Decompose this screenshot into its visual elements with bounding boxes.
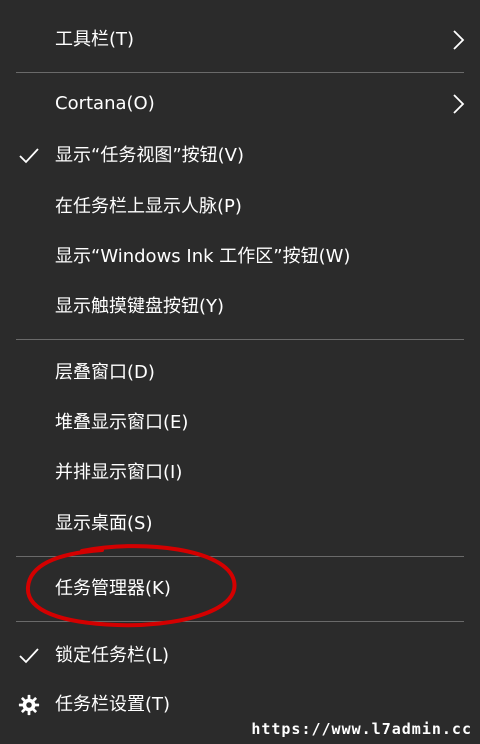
- menu-item-show-touch-keyboard-button[interactable]: 显示触摸键盘按钮(Y): [0, 282, 480, 332]
- menu-item-show-people[interactable]: 在任务栏上显示人脉(P): [0, 182, 480, 232]
- menu-item-label: 层叠窗口(D): [55, 362, 155, 383]
- menu-item-label: 显示“任务视图”按钮(V): [55, 145, 245, 166]
- gear-icon: [18, 694, 40, 716]
- checkmark-icon: [18, 645, 40, 667]
- menu-item-toolbars[interactable]: 工具栏(T): [0, 15, 480, 65]
- menu-item-label: 锁定任务栏(L): [55, 645, 170, 666]
- menu-item-show-windows-ink-button[interactable]: 显示“Windows Ink 工作区”按钮(W): [0, 232, 480, 282]
- menu-item-label: 显示触摸键盘按钮(Y): [55, 296, 225, 317]
- menu-item-show-task-view-button[interactable]: 显示“任务视图”按钮(V): [0, 131, 480, 181]
- menu-separator: [16, 72, 464, 73]
- menu-item-label: 在任务栏上显示人脉(P): [55, 196, 242, 217]
- menu-item-stack-windows[interactable]: 堆叠显示窗口(E): [0, 398, 480, 448]
- menu-item-label: 显示桌面(S): [55, 513, 153, 534]
- menu-separator: [16, 556, 464, 557]
- chevron-right-icon: [450, 29, 466, 51]
- menu-item-label: 堆叠显示窗口(E): [55, 412, 189, 433]
- menu-item-label: 任务管理器(K): [55, 578, 171, 599]
- menu-separator: [16, 621, 464, 622]
- menu-item-task-manager[interactable]: 任务管理器(K): [0, 564, 480, 614]
- menu-item-label: 任务栏设置(T): [55, 694, 171, 715]
- menu-item-cascade-windows[interactable]: 层叠窗口(D): [0, 348, 480, 398]
- menu-item-label: 并排显示窗口(I): [55, 462, 183, 483]
- menu-item-side-by-side-windows[interactable]: 并排显示窗口(I): [0, 448, 480, 498]
- checkmark-icon: [18, 145, 40, 167]
- menu-item-show-desktop[interactable]: 显示桌面(S): [0, 499, 480, 549]
- menu-item-label: 显示“Windows Ink 工作区”按钮(W): [55, 246, 351, 267]
- menu-item-lock-taskbar[interactable]: 锁定任务栏(L): [0, 631, 480, 681]
- menu-item-cortana[interactable]: Cortana(O): [0, 79, 480, 129]
- watermark-text: https://www.l7admin.cc: [251, 720, 472, 738]
- menu-item-label: 工具栏(T): [55, 29, 135, 50]
- chevron-right-icon: [450, 93, 466, 115]
- taskbar-context-menu: 工具栏(T) Cortana(O) 显示“任务视图”按钮(V) 在任务栏上显示人…: [0, 0, 480, 744]
- menu-separator: [16, 339, 464, 340]
- menu-item-label: Cortana(O): [55, 93, 155, 114]
